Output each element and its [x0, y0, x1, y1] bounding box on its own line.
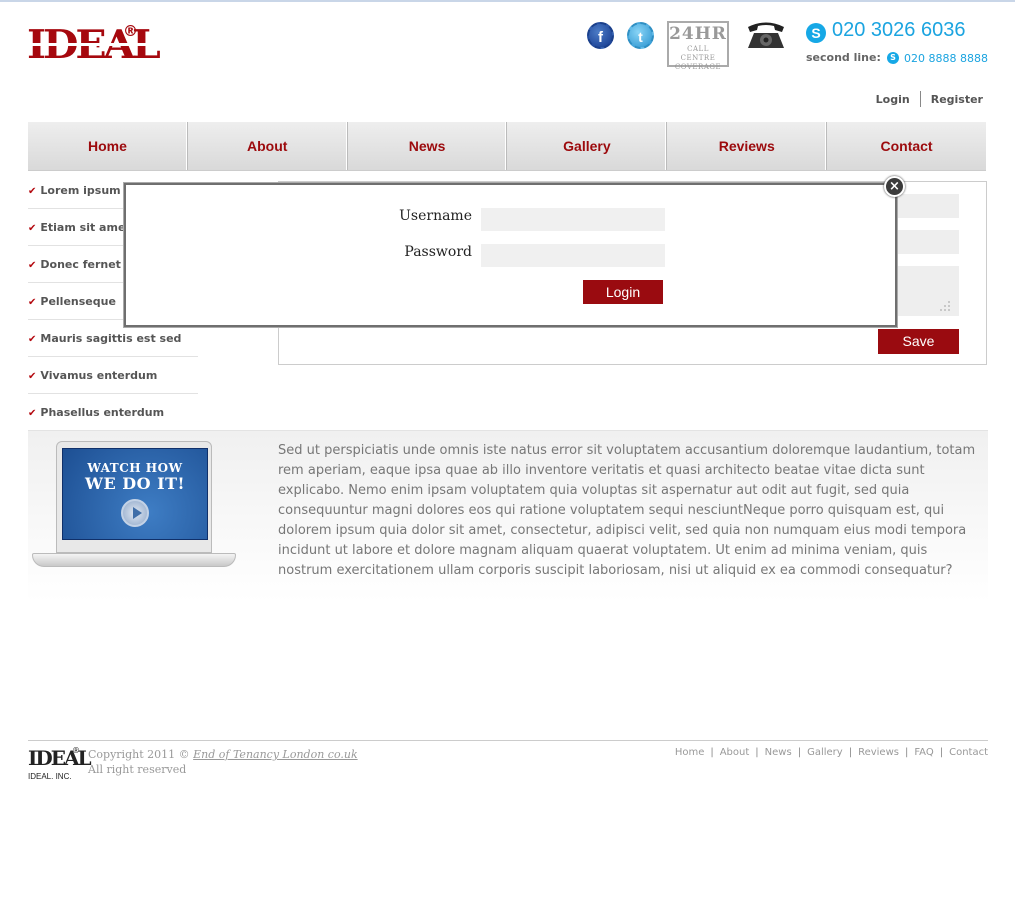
- badge-24hr: 24HR: [669, 24, 727, 44]
- sidebar-item-label: Pellenseque: [40, 295, 116, 308]
- badge-line1: CALL CENTRE: [680, 45, 716, 62]
- phone-number-main: 020 3026 6036: [832, 19, 966, 41]
- password-label: Password: [404, 244, 472, 260]
- facebook-icon[interactable]: f: [587, 22, 614, 49]
- nav-gallery[interactable]: Gallery: [507, 122, 668, 170]
- auth-divider: [919, 91, 921, 107]
- footer-link-reviews[interactable]: Reviews: [858, 747, 899, 758]
- nav-home[interactable]: Home: [28, 122, 188, 170]
- login-modal: Username Password Login: [124, 183, 897, 327]
- play-icon[interactable]: [121, 499, 149, 527]
- footer-logo: IDEAL ® IDEAL. INC.: [28, 746, 92, 782]
- sidebar-item[interactable]: ✔ Vivamus enterdum: [28, 357, 198, 394]
- main-nav: Home About News Gallery Reviews Contact: [28, 122, 986, 171]
- twitter-icon[interactable]: t: [627, 22, 654, 49]
- checkmark-icon: ✔: [28, 334, 37, 345]
- nav-contact[interactable]: Contact: [827, 122, 986, 170]
- resize-grip-icon[interactable]: [939, 300, 951, 312]
- footer-link-contact[interactable]: Contact: [949, 747, 988, 758]
- phone-number-second: 020 8888 8888: [904, 52, 988, 65]
- nav-news[interactable]: News: [348, 122, 508, 170]
- close-icon[interactable]: ×: [884, 176, 905, 197]
- footer-link-faq[interactable]: FAQ: [914, 747, 933, 758]
- top-border: [0, 0, 1015, 2]
- checkmark-icon: ✔: [28, 297, 37, 308]
- nav-reviews[interactable]: Reviews: [667, 122, 828, 170]
- footer-logo-subtitle: IDEAL. INC.: [28, 772, 72, 781]
- laptop-screen: WATCH HOW WE DO IT!: [56, 441, 212, 553]
- skype-icon: S: [806, 23, 826, 43]
- footer-separator: |: [939, 747, 944, 758]
- checkmark-icon: ✔: [28, 186, 37, 197]
- laptop-video-thumbnail[interactable]: WATCH HOW WE DO IT!: [32, 439, 236, 571]
- checkmark-icon: ✔: [28, 260, 37, 271]
- checkmark-icon: ✔: [28, 371, 37, 382]
- rights-text: All right reserved: [88, 763, 187, 776]
- footer-logo-text: IDEAL: [28, 746, 92, 770]
- sidebar-item-label: Vivamus enterdum: [40, 369, 158, 382]
- footer-separator: |: [797, 747, 802, 758]
- footer-separator: |: [848, 747, 853, 758]
- auth-links: Login Register: [876, 91, 983, 107]
- footer-separator: |: [755, 747, 759, 758]
- checkmark-icon: ✔: [28, 408, 37, 419]
- promo-text: Sed ut perspiciatis unde omnis iste natu…: [278, 443, 976, 578]
- copyright-prefix: Copyright 2011 ©: [88, 748, 190, 761]
- sidebar-item-label: Lorem ipsum: [40, 184, 121, 197]
- video-title-line2: WE DO IT!: [84, 474, 186, 493]
- footer-link-news[interactable]: News: [765, 747, 792, 758]
- nav-about[interactable]: About: [188, 122, 348, 170]
- password-input[interactable]: [481, 244, 665, 267]
- username-input[interactable]: [481, 208, 665, 231]
- promo-section: WATCH HOW WE DO IT! Sed ut perspiciatis …: [28, 430, 988, 602]
- badge-line2: COVERAGE: [674, 63, 722, 71]
- laptop-base: [32, 553, 236, 567]
- username-label: Username: [399, 208, 472, 224]
- footer-logo-registered-mark: ®: [72, 746, 80, 755]
- sidebar-item-label: Phasellus enterdum: [40, 406, 165, 419]
- telephone-icon: [748, 22, 784, 48]
- copyright: Copyright 2011 © End of Tenancy London c…: [88, 747, 358, 777]
- footer-separator: |: [904, 747, 909, 758]
- second-line-label: second line:: [806, 51, 881, 64]
- footer-link-home[interactable]: Home: [675, 747, 705, 758]
- login-link[interactable]: Login: [876, 93, 910, 106]
- logo-registered-mark: ®: [123, 22, 138, 40]
- login-button[interactable]: Login: [583, 280, 663, 304]
- footer-separator: |: [710, 747, 714, 758]
- sidebar-item[interactable]: ✔ Phasellus enterdum: [28, 394, 198, 431]
- footer-link-about[interactable]: About: [720, 747, 750, 758]
- register-link[interactable]: Register: [931, 93, 983, 106]
- sidebar-item-label: Donec fernet: [40, 258, 121, 271]
- checkmark-icon: ✔: [28, 223, 37, 234]
- site-logo[interactable]: IDEAL ®: [27, 20, 161, 72]
- copyright-link[interactable]: End of Tenancy London co.uk: [193, 748, 358, 761]
- footer-nav: Home | About | News | Gallery | Reviews | FAQ…: [675, 747, 988, 758]
- footer-link-gallery[interactable]: Gallery: [807, 747, 843, 758]
- logo-text: IDEAL: [27, 22, 161, 68]
- footer-divider: [28, 740, 988, 741]
- sidebar-item-label: Etiam sit ame: [40, 221, 126, 234]
- sidebar-item-label: Mauris sagittis est sed: [40, 332, 182, 345]
- skype-small-icon: S: [887, 52, 899, 64]
- video-screen: WATCH HOW WE DO IT!: [62, 448, 208, 540]
- call-centre-badge: 24HR CALL CENTRE COVERAGE: [667, 21, 729, 71]
- save-button[interactable]: Save: [878, 329, 959, 354]
- video-title-line1: WATCH HOW: [87, 461, 183, 475]
